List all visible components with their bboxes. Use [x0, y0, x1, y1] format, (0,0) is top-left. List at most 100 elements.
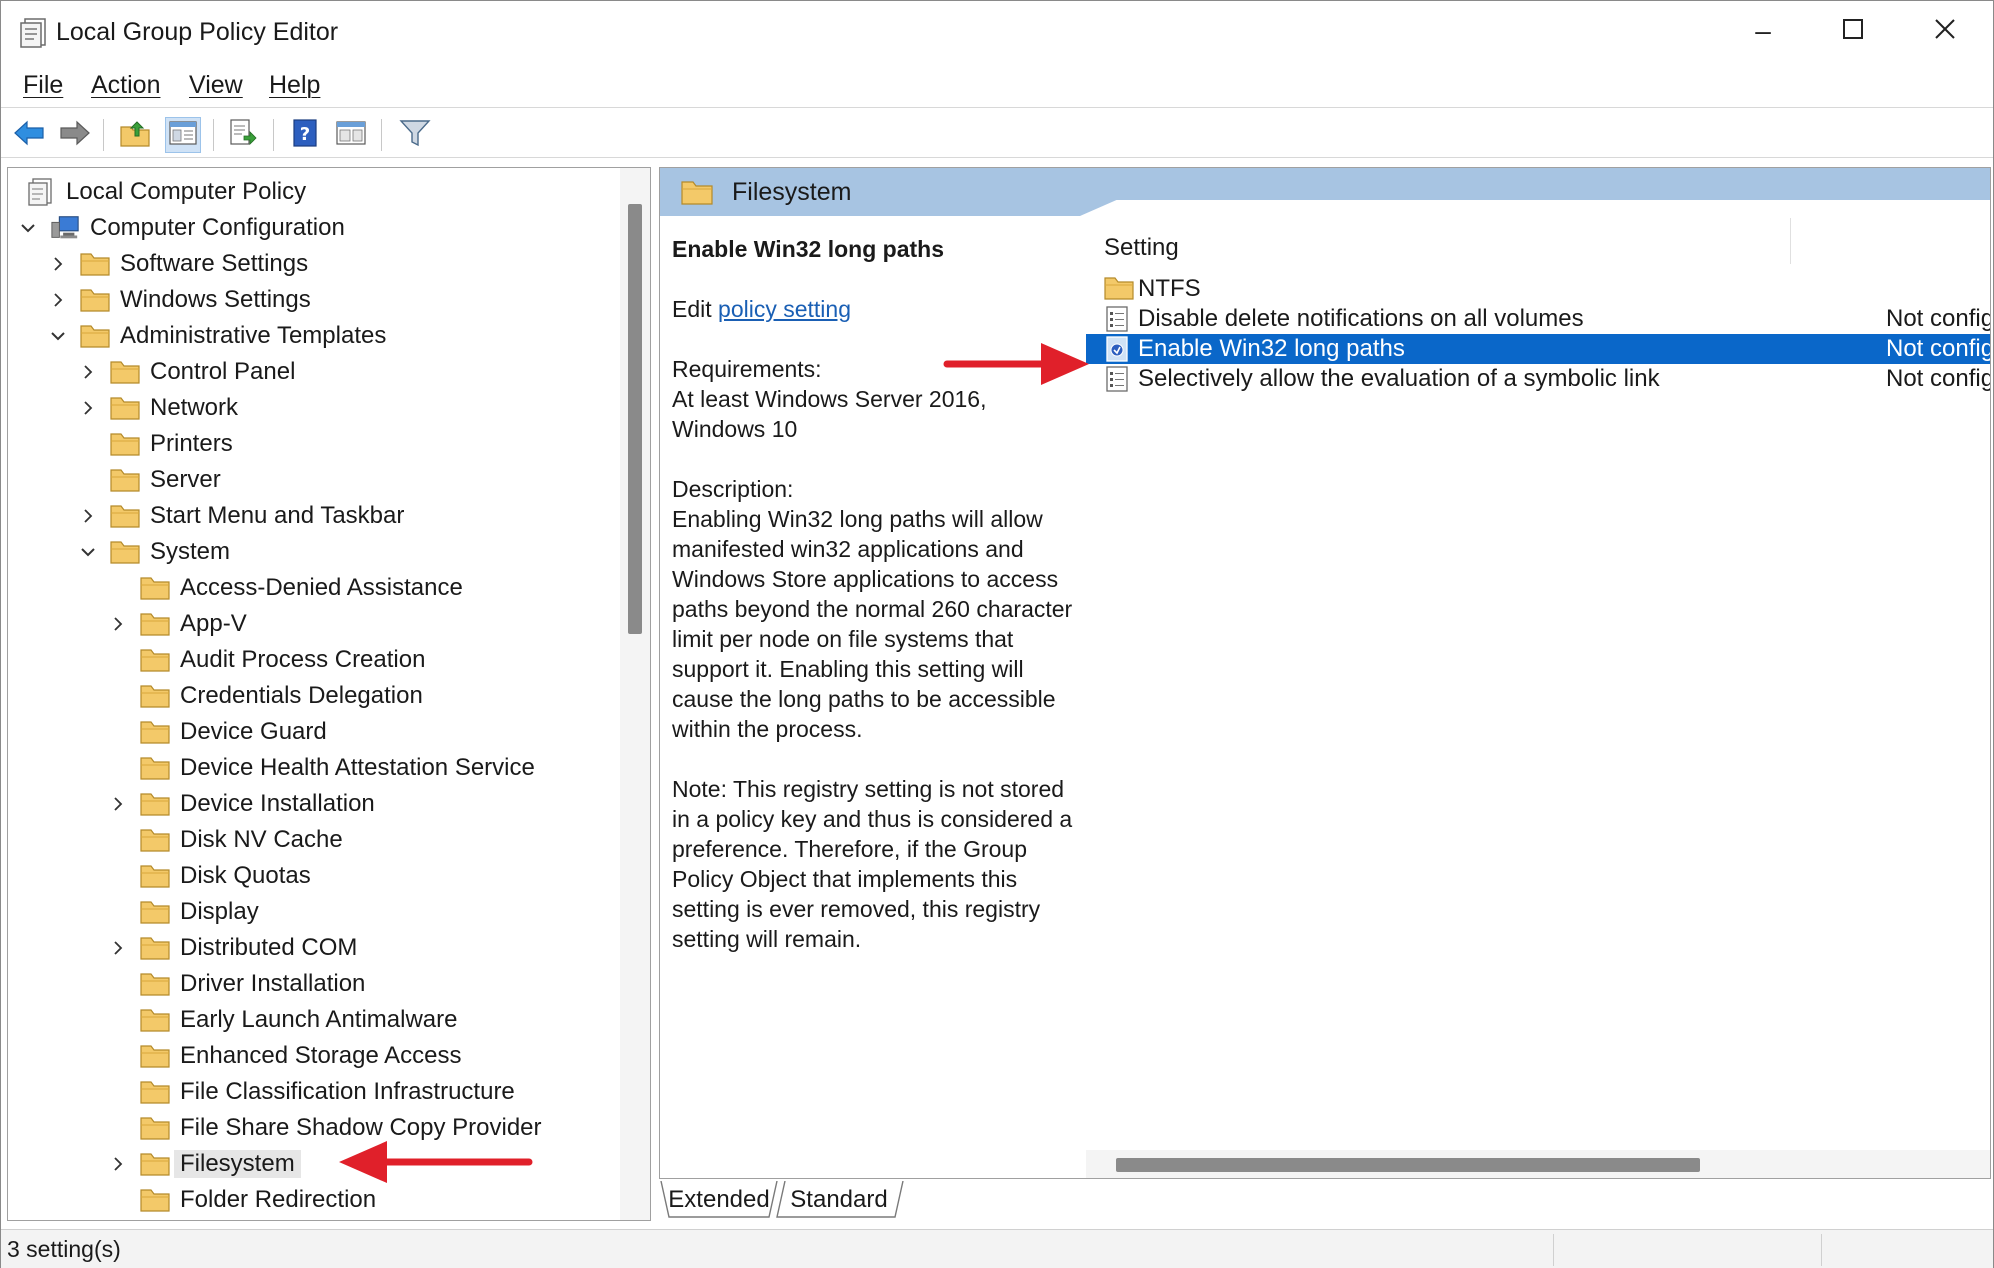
description-label: Description:: [672, 476, 794, 502]
tree-item[interactable]: Driver Installation: [106, 966, 365, 1002]
folder-icon: [140, 862, 170, 890]
chevron-right-icon[interactable]: [76, 504, 100, 528]
list-horizontal-scrollbar[interactable]: [1086, 1150, 1990, 1178]
tree-item[interactable]: Distributed COM: [106, 930, 357, 966]
tree-item[interactable]: File Classification Infrastructure: [106, 1074, 515, 1110]
tree-item[interactable]: Network: [76, 390, 238, 426]
toolbar-divider: [1, 157, 1993, 158]
column-header-setting[interactable]: Setting: [1104, 228, 1179, 268]
tree-item[interactable]: Disk NV Cache: [106, 822, 343, 858]
tree-item[interactable]: Filesystem: [106, 1146, 301, 1182]
edit-policy-link[interactable]: policy setting: [718, 296, 851, 322]
tree-scrollbar-thumb[interactable]: [628, 204, 642, 634]
tree-item[interactable]: System: [76, 534, 230, 570]
details-header-title: Filesystem: [732, 178, 852, 206]
tree-item[interactable]: Device Installation: [106, 786, 375, 822]
tree-item[interactable]: Audit Process Creation: [106, 642, 425, 678]
show-hide-tree-button[interactable]: [165, 117, 201, 153]
tree-item[interactable]: Server: [76, 462, 221, 498]
column-divider[interactable]: [1790, 218, 1791, 264]
up-folder-button[interactable]: [117, 117, 153, 153]
menu-view[interactable]: View: [189, 71, 243, 100]
tree-item[interactable]: Display: [106, 894, 259, 930]
tree-vertical-scrollbar[interactable]: [620, 168, 650, 1220]
chevron-down-icon[interactable]: [46, 324, 70, 348]
tree-item[interactable]: Administrative Templates: [46, 318, 386, 354]
help-button[interactable]: ?: [287, 117, 323, 153]
setting-icon: [1104, 365, 1132, 393]
filter-button[interactable]: [397, 117, 433, 153]
chevron-down-icon[interactable]: [16, 216, 40, 240]
chevron-right-icon[interactable]: [76, 396, 100, 420]
chevron-right-icon[interactable]: [106, 1152, 130, 1176]
chevron-right-icon[interactable]: [106, 612, 130, 636]
tree-item[interactable]: Software Settings: [46, 246, 308, 282]
tree-item[interactable]: Start Menu and Taskbar: [76, 498, 404, 534]
back-icon: [13, 119, 45, 152]
list-scrollbar-thumb[interactable]: [1116, 1158, 1700, 1172]
tree-item-label: Distributed COM: [180, 934, 358, 961]
close-button[interactable]: [1899, 1, 1991, 61]
setting-row[interactable]: Enable Win32 long paths Not configured: [1086, 334, 1990, 364]
tree-item[interactable]: Access-Denied Assistance: [106, 570, 463, 606]
tree-item[interactable]: Local Computer Policy: [8, 174, 306, 210]
tree-item[interactable]: Folder Redirection: [106, 1182, 376, 1218]
setting-row[interactable]: Disable delete notifications on all volu…: [1086, 304, 1990, 334]
setting-state: Not configured: [1886, 365, 1990, 392]
requirements-text: At least Windows Server 2016, Windows 10: [672, 386, 987, 442]
maximize-button[interactable]: [1807, 1, 1899, 61]
tree-item[interactable]: Credentials Delegation: [106, 678, 423, 714]
chevron-right-icon[interactable]: [106, 792, 130, 816]
expander-placeholder: [106, 864, 130, 888]
show-hide-tree-icon: [168, 119, 198, 152]
menu-action[interactable]: Action: [91, 71, 160, 100]
toolbar: ?: [1, 111, 1993, 157]
expander-placeholder: [76, 468, 100, 492]
expander-placeholder: [106, 1188, 130, 1212]
tree-item[interactable]: Computer Configuration: [16, 210, 345, 246]
setting-name: Disable delete notifications on all volu…: [1138, 305, 1584, 332]
chevron-right-icon[interactable]: [106, 936, 130, 960]
edit-prefix: Edit: [672, 296, 719, 322]
settings-list[interactable]: Setting State NTFSDisable delete notific…: [1086, 218, 1990, 1138]
setting-row[interactable]: NTFS: [1086, 274, 1990, 304]
menu-help[interactable]: Help: [269, 71, 320, 100]
tree-item-label: Disk NV Cache: [180, 826, 343, 853]
tree-item-label: Windows Settings: [120, 286, 311, 313]
details-pane: Filesystem Enable Win32 long paths Edit …: [659, 167, 1991, 1179]
setting-row[interactable]: Selectively allow the evaluation of a sy…: [1086, 364, 1990, 394]
tree-item[interactable]: Disk Quotas: [106, 858, 311, 894]
export-list-button[interactable]: [225, 117, 261, 153]
folder-icon: [140, 646, 170, 674]
console-tree[interactable]: Local Computer Policy Computer Configurat…: [7, 167, 651, 1221]
chevron-right-icon[interactable]: [76, 360, 100, 384]
svg-text:?: ?: [300, 124, 310, 145]
chevron-right-icon[interactable]: [46, 252, 70, 276]
tree-item[interactable]: Windows Settings: [46, 282, 311, 318]
tree-item[interactable]: Printers: [76, 426, 233, 462]
setting-icon: [1104, 335, 1132, 363]
note-text: Note: This registry setting is not store…: [672, 776, 1073, 952]
tree-item[interactable]: Enhanced Storage Access: [106, 1038, 462, 1074]
folder-icon: [140, 970, 170, 998]
folder-icon: [680, 178, 714, 211]
minimize-button[interactable]: –: [1717, 1, 1809, 61]
forward-button[interactable]: [57, 117, 93, 153]
tab-standard[interactable]: Standard: [783, 1181, 895, 1219]
chevron-right-icon[interactable]: [46, 288, 70, 312]
chevron-down-icon[interactable]: [76, 540, 100, 564]
expander-placeholder: [106, 828, 130, 852]
menu-file[interactable]: File: [23, 71, 63, 100]
toolbar-separator: [103, 119, 104, 151]
tree-item[interactable]: Control Panel: [76, 354, 295, 390]
tree-item-label: Printers: [150, 430, 233, 457]
tree-item[interactable]: Device Guard: [106, 714, 327, 750]
tree-item[interactable]: App-V: [106, 606, 247, 642]
tree-item[interactable]: Device Health Attestation Service: [106, 750, 535, 786]
back-button[interactable]: [11, 117, 47, 153]
extended-view-button[interactable]: [333, 117, 369, 153]
folder-icon: [140, 1006, 170, 1034]
tab-extended[interactable]: Extended: [668, 1181, 769, 1219]
tree-item[interactable]: Early Launch Antimalware: [106, 1002, 457, 1038]
toolbar-separator: [273, 119, 274, 151]
